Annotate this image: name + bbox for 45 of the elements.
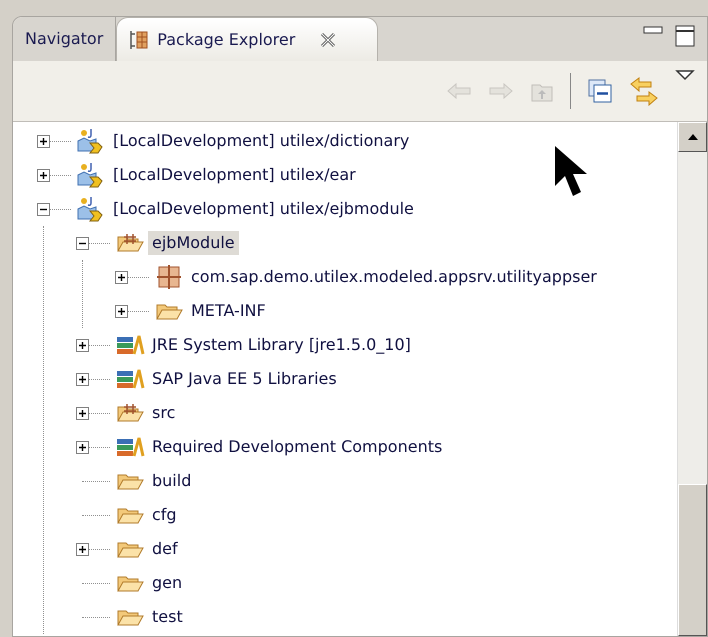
expand-toggle[interactable] [115,304,128,318]
package-icon [156,264,182,290]
collapse-all-icon[interactable] [587,78,613,104]
tree-item-label[interactable]: [LocalDevelopment] utilex/ejbmodule [109,197,418,221]
collapse-toggle[interactable] [76,236,89,250]
library-books-icon [115,334,145,356]
view-menu-caret-icon[interactable] [675,69,695,81]
up-arrow-icon [686,133,698,141]
tree-item-label[interactable]: ejbModule [148,231,239,255]
expand-toggle[interactable] [76,440,89,454]
scrollbar-thumb[interactable] [678,484,707,636]
minimize-icon[interactable] [643,25,663,35]
expand-toggle[interactable] [76,338,89,352]
vertical-scrollbar[interactable] [677,122,707,636]
source-folder-icon [116,232,144,254]
expand-toggle[interactable] [115,270,128,284]
tree-item-label[interactable]: build [148,469,196,493]
package-explorer-icon [129,28,150,50]
link-arrows-icon[interactable] [629,76,659,106]
expand-toggle[interactable] [76,542,89,556]
scroll-up-button[interactable] [678,122,707,152]
tree-item-label[interactable]: [LocalDevelopment] utilex/dictionary [109,129,414,153]
tree-item-label[interactable]: META-INF [187,299,270,323]
source-folder-icon [116,402,144,424]
tree-item-label[interactable]: com.sap.demo.utilex.modeled.appsrv.utilityappser [187,265,601,289]
expand-toggle[interactable] [76,406,89,420]
view-tab[interactable]: Package Explorer [116,17,378,61]
tree-item-label[interactable]: [LocalDevelopment] utilex/ear [109,163,360,187]
close-icon[interactable] [319,30,338,48]
expand-toggle[interactable] [37,168,50,182]
maximize-icon[interactable] [675,25,695,47]
tree-item-label[interactable]: src [148,401,180,425]
library-books-icon [115,368,145,390]
view-tab[interactable]: Navigator [13,17,116,61]
tree-item-label[interactable]: def [148,537,182,561]
tree-item-label[interactable]: SAP Java EE 5 Libraries [148,367,341,391]
expand-toggle[interactable] [76,372,89,386]
tree-item-label[interactable]: test [148,605,187,629]
tree-item-label[interactable]: cfg [148,503,181,527]
expand-toggle[interactable] [37,134,50,148]
collapse-toggle[interactable] [37,202,50,216]
tree-item-label[interactable]: Required Development Components [148,435,446,459]
tree-item-label[interactable]: gen [148,571,186,595]
tree-item-label[interactable]: JRE System Library [jre1.5.0_10] [148,333,415,357]
library-books-icon [115,436,145,458]
